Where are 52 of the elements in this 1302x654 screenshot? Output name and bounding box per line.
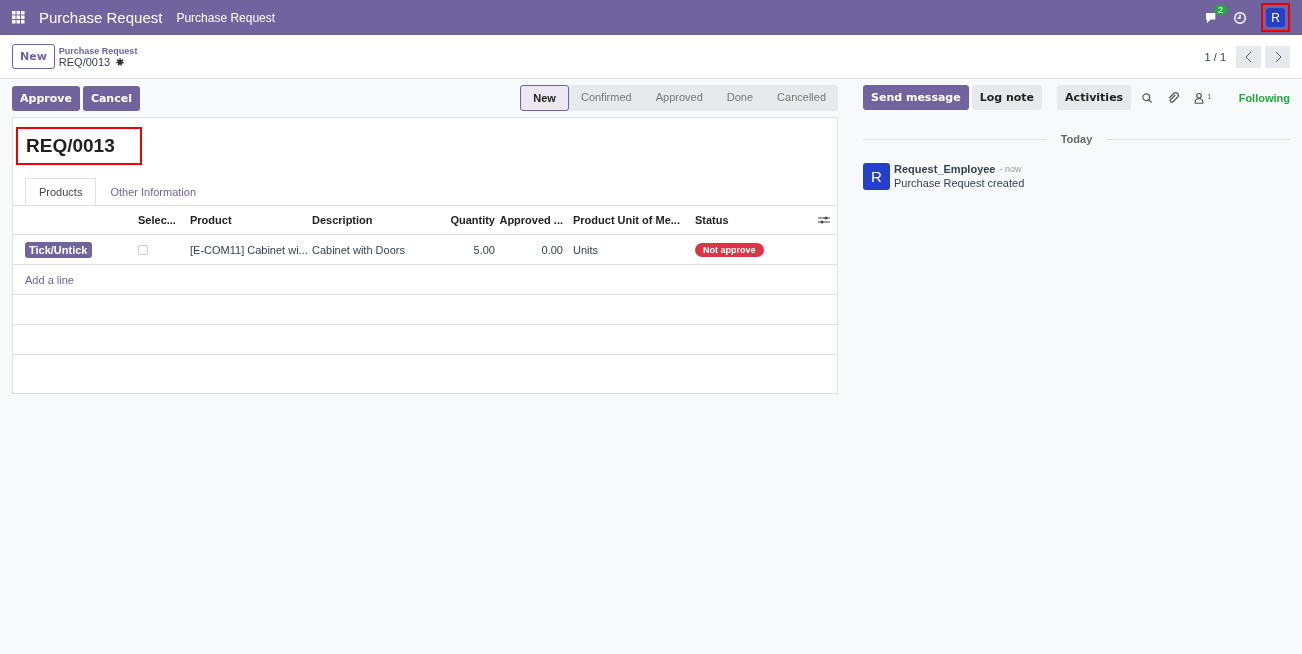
action-button[interactable]: Approve (12, 85, 80, 111)
breadcrumb-link[interactable]: Purchase Request (58, 45, 138, 56)
menu-item[interactable]: Purchase Request (176, 10, 276, 25)
table-cell: Units (568, 235, 690, 265)
app-name[interactable]: Purchase Request (39, 9, 163, 26)
status-badge: Not approve (695, 242, 764, 257)
person-icon[interactable] (1193, 91, 1206, 104)
chevron-left-icon (1244, 50, 1253, 63)
column-header[interactable]: Product (185, 205, 307, 235)
table-cell: 5.00 (443, 235, 500, 265)
message-time: - now (999, 164, 1022, 174)
chatter-button[interactable]: Send message (863, 85, 969, 110)
table-cell: [E-COM11] Cabinet wi... (185, 235, 307, 265)
status-stage[interactable]: Cancelled (765, 85, 838, 111)
record-title: REQ/0013 (26, 135, 115, 157)
follower-count: 1 (1207, 91, 1212, 101)
gear-icon[interactable] (115, 56, 126, 67)
tick-untick-button[interactable]: Tick/Untick (25, 241, 92, 258)
date-separator: Today (1060, 133, 1093, 145)
column-header[interactable]: Quantity (443, 205, 500, 235)
user-avatar[interactable]: R (1266, 8, 1285, 27)
action-button[interactable]: Cancel (82, 85, 140, 111)
message-author[interactable]: Request_Employee (894, 163, 996, 175)
status-stage[interactable]: Confirmed (568, 85, 644, 111)
table-cell: 0.00 (500, 235, 568, 265)
apps-grid-icon[interactable] (12, 11, 25, 24)
pager-text: 1 / 1 (1204, 50, 1226, 63)
message-body: Purchase Request created (894, 177, 1025, 189)
table-cell: Cabinet with Doors (307, 235, 443, 265)
record-name: REQ/0013 (58, 55, 111, 68)
column-header[interactable]: Description (307, 205, 443, 235)
column-header[interactable]: Status (690, 205, 813, 235)
notebook-tab[interactable]: Products (25, 178, 97, 205)
chevron-right-icon (1273, 50, 1282, 63)
chatter-button[interactable]: Activities (1057, 85, 1132, 110)
column-header[interactable]: Selec... (133, 205, 185, 235)
search-icon[interactable] (1141, 91, 1154, 104)
paperclip-icon[interactable] (1167, 91, 1180, 104)
author-avatar: R (863, 163, 890, 190)
status-stage[interactable]: Done (714, 85, 766, 111)
column-header[interactable]: Product Unit of Me... (568, 205, 690, 235)
clock-icon[interactable] (1233, 10, 1247, 25)
column-header[interactable]: Approved ... (500, 205, 568, 235)
chatter-button[interactable]: Log note (971, 85, 1043, 110)
new-button[interactable]: New (12, 44, 55, 69)
optional-columns-icon[interactable] (813, 205, 837, 235)
select-checkbox[interactable] (138, 244, 148, 255)
following-button[interactable]: Following (1238, 91, 1290, 104)
status-stage[interactable]: New (520, 85, 569, 111)
message-count-badge: 2 (1214, 4, 1227, 15)
add-line-link[interactable]: Add a line (13, 273, 74, 286)
status-stage[interactable]: Approved (643, 85, 715, 111)
